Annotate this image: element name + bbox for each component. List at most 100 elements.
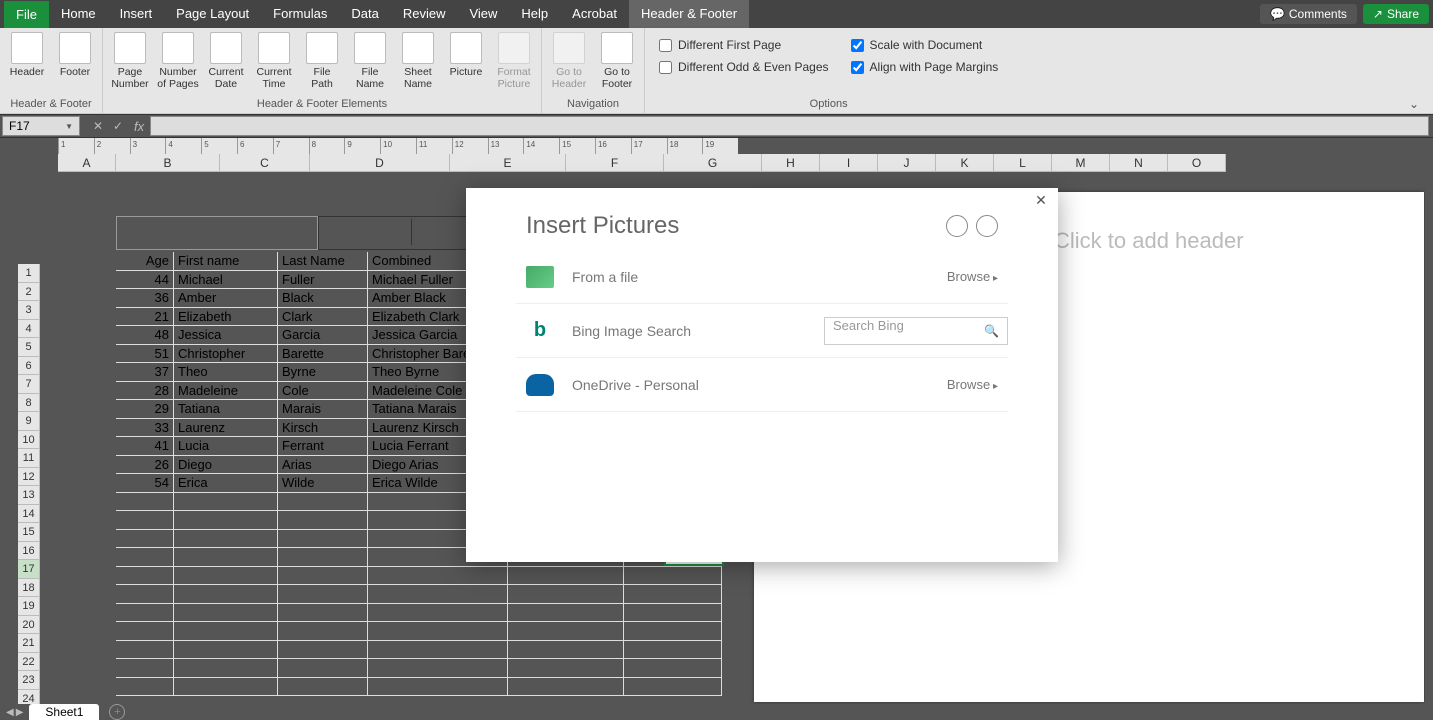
row-header-8[interactable]: 8 — [18, 394, 40, 413]
row-header-15[interactable]: 15 — [18, 523, 40, 542]
table-cell[interactable] — [116, 641, 174, 660]
ribbon-current-date-button[interactable]: Current Date — [203, 30, 249, 92]
table-cell[interactable]: Christopher — [174, 345, 278, 364]
goto-footer-button[interactable]: Go to Footer — [594, 30, 640, 92]
table-cell[interactable] — [508, 641, 624, 660]
sheet-nav-prev[interactable]: ◀ — [6, 707, 14, 718]
ribbon-sheet-name-button[interactable]: Sheet Name — [395, 30, 441, 92]
col-header-O[interactable]: O — [1168, 154, 1226, 172]
tab-file[interactable]: File — [4, 1, 49, 28]
table-cell[interactable] — [624, 641, 722, 660]
row-header-13[interactable]: 13 — [18, 486, 40, 505]
table-cell[interactable] — [278, 585, 368, 604]
table-cell[interactable] — [508, 604, 624, 623]
tab-data[interactable]: Data — [339, 0, 390, 29]
row-header-17[interactable]: 17 — [18, 560, 40, 579]
share-button[interactable]: ↗ Share — [1363, 4, 1429, 24]
table-cell[interactable] — [368, 567, 508, 586]
table-header-cell[interactable]: First name — [174, 252, 278, 271]
table-cell[interactable]: Amber — [174, 289, 278, 308]
table-cell[interactable]: Byrne — [278, 363, 368, 382]
col-header-A[interactable]: A — [58, 154, 116, 172]
table-cell[interactable]: 51 — [116, 345, 174, 364]
table-cell[interactable] — [368, 641, 508, 660]
row-header-6[interactable]: 6 — [18, 357, 40, 376]
table-cell[interactable]: Theo — [174, 363, 278, 382]
table-cell[interactable]: Barette — [278, 345, 368, 364]
table-cell[interactable]: 36 — [116, 289, 174, 308]
row-header-12[interactable]: 12 — [18, 468, 40, 487]
feedback-happy-icon[interactable] — [946, 215, 968, 237]
table-cell[interactable]: 48 — [116, 326, 174, 345]
table-cell[interactable] — [278, 567, 368, 586]
table-cell[interactable] — [174, 604, 278, 623]
table-cell[interactable] — [368, 659, 508, 678]
table-header-cell[interactable]: Last Name — [278, 252, 368, 271]
row-header-3[interactable]: 3 — [18, 301, 40, 320]
table-cell[interactable]: 41 — [116, 437, 174, 456]
col-header-N[interactable]: N — [1110, 154, 1168, 172]
table-cell[interactable] — [116, 585, 174, 604]
table-cell[interactable] — [278, 622, 368, 641]
tab-acrobat[interactable]: Acrobat — [560, 0, 629, 29]
table-header-cell[interactable]: Age — [116, 252, 174, 271]
row-header-1[interactable]: 1 — [18, 264, 40, 283]
table-cell[interactable]: Erica — [174, 474, 278, 493]
ribbon-picture-button[interactable]: Picture — [443, 30, 489, 80]
row-header-18[interactable]: 18 — [18, 579, 40, 598]
table-cell[interactable]: Madeleine — [174, 382, 278, 401]
comments-button[interactable]: 💬 Comments — [1260, 4, 1357, 24]
table-cell[interactable] — [508, 567, 624, 586]
col-header-G[interactable]: G — [664, 154, 762, 172]
col-header-M[interactable]: M — [1052, 154, 1110, 172]
table-cell[interactable] — [278, 678, 368, 697]
table-cell[interactable] — [278, 659, 368, 678]
table-cell[interactable] — [116, 678, 174, 697]
table-cell[interactable] — [508, 622, 624, 641]
table-cell[interactable] — [624, 567, 722, 586]
table-cell[interactable]: Michael — [174, 271, 278, 290]
select-all-corner[interactable] — [0, 154, 40, 172]
row-header-20[interactable]: 20 — [18, 616, 40, 635]
sheet-nav-next[interactable]: ▶ — [16, 707, 24, 718]
table-cell[interactable] — [116, 622, 174, 641]
table-cell[interactable] — [174, 548, 278, 567]
accept-formula-button[interactable]: ✓ — [108, 116, 128, 136]
name-box[interactable]: F17 ▼ — [2, 116, 80, 136]
table-cell[interactable]: Cole — [278, 382, 368, 401]
col-header-L[interactable]: L — [994, 154, 1052, 172]
ribbon-file-name-button[interactable]: File Name — [347, 30, 393, 92]
row-header-2[interactable]: 2 — [18, 283, 40, 302]
row-header-23[interactable]: 23 — [18, 671, 40, 690]
table-cell[interactable] — [278, 493, 368, 512]
table-cell[interactable] — [278, 604, 368, 623]
chk-diff-odd[interactable]: Different Odd & Even Pages — [659, 60, 829, 74]
table-cell[interactable] — [116, 511, 174, 530]
table-cell[interactable] — [174, 678, 278, 697]
chk-align[interactable]: Align with Page Margins — [851, 60, 999, 74]
col-header-B[interactable]: B — [116, 154, 220, 172]
table-cell[interactable] — [368, 622, 508, 641]
table-cell[interactable] — [174, 511, 278, 530]
browse-onedrive-link[interactable]: Browse — [947, 377, 1008, 392]
col-header-J[interactable]: J — [878, 154, 936, 172]
table-cell[interactable] — [116, 530, 174, 549]
table-cell[interactable]: 28 — [116, 382, 174, 401]
col-header-I[interactable]: I — [820, 154, 878, 172]
tab-page-layout[interactable]: Page Layout — [164, 0, 261, 29]
vertical-scrollbar[interactable] — [1425, 172, 1433, 704]
table-cell[interactable]: Tatiana — [174, 400, 278, 419]
table-cell[interactable] — [624, 585, 722, 604]
sheet-tab[interactable]: Sheet1 — [29, 704, 99, 720]
table-cell[interactable] — [278, 641, 368, 660]
tab-insert[interactable]: Insert — [108, 0, 165, 29]
tab-home[interactable]: Home — [49, 0, 108, 29]
dialog-close-button[interactable]: ✕ — [1030, 190, 1052, 210]
table-cell[interactable] — [508, 678, 624, 697]
table-cell[interactable] — [368, 585, 508, 604]
add-sheet-button[interactable]: + — [109, 704, 125, 720]
formula-input[interactable] — [150, 116, 1429, 136]
table-cell[interactable]: Laurenz — [174, 419, 278, 438]
table-cell[interactable] — [624, 604, 722, 623]
col-header-C[interactable]: C — [220, 154, 310, 172]
